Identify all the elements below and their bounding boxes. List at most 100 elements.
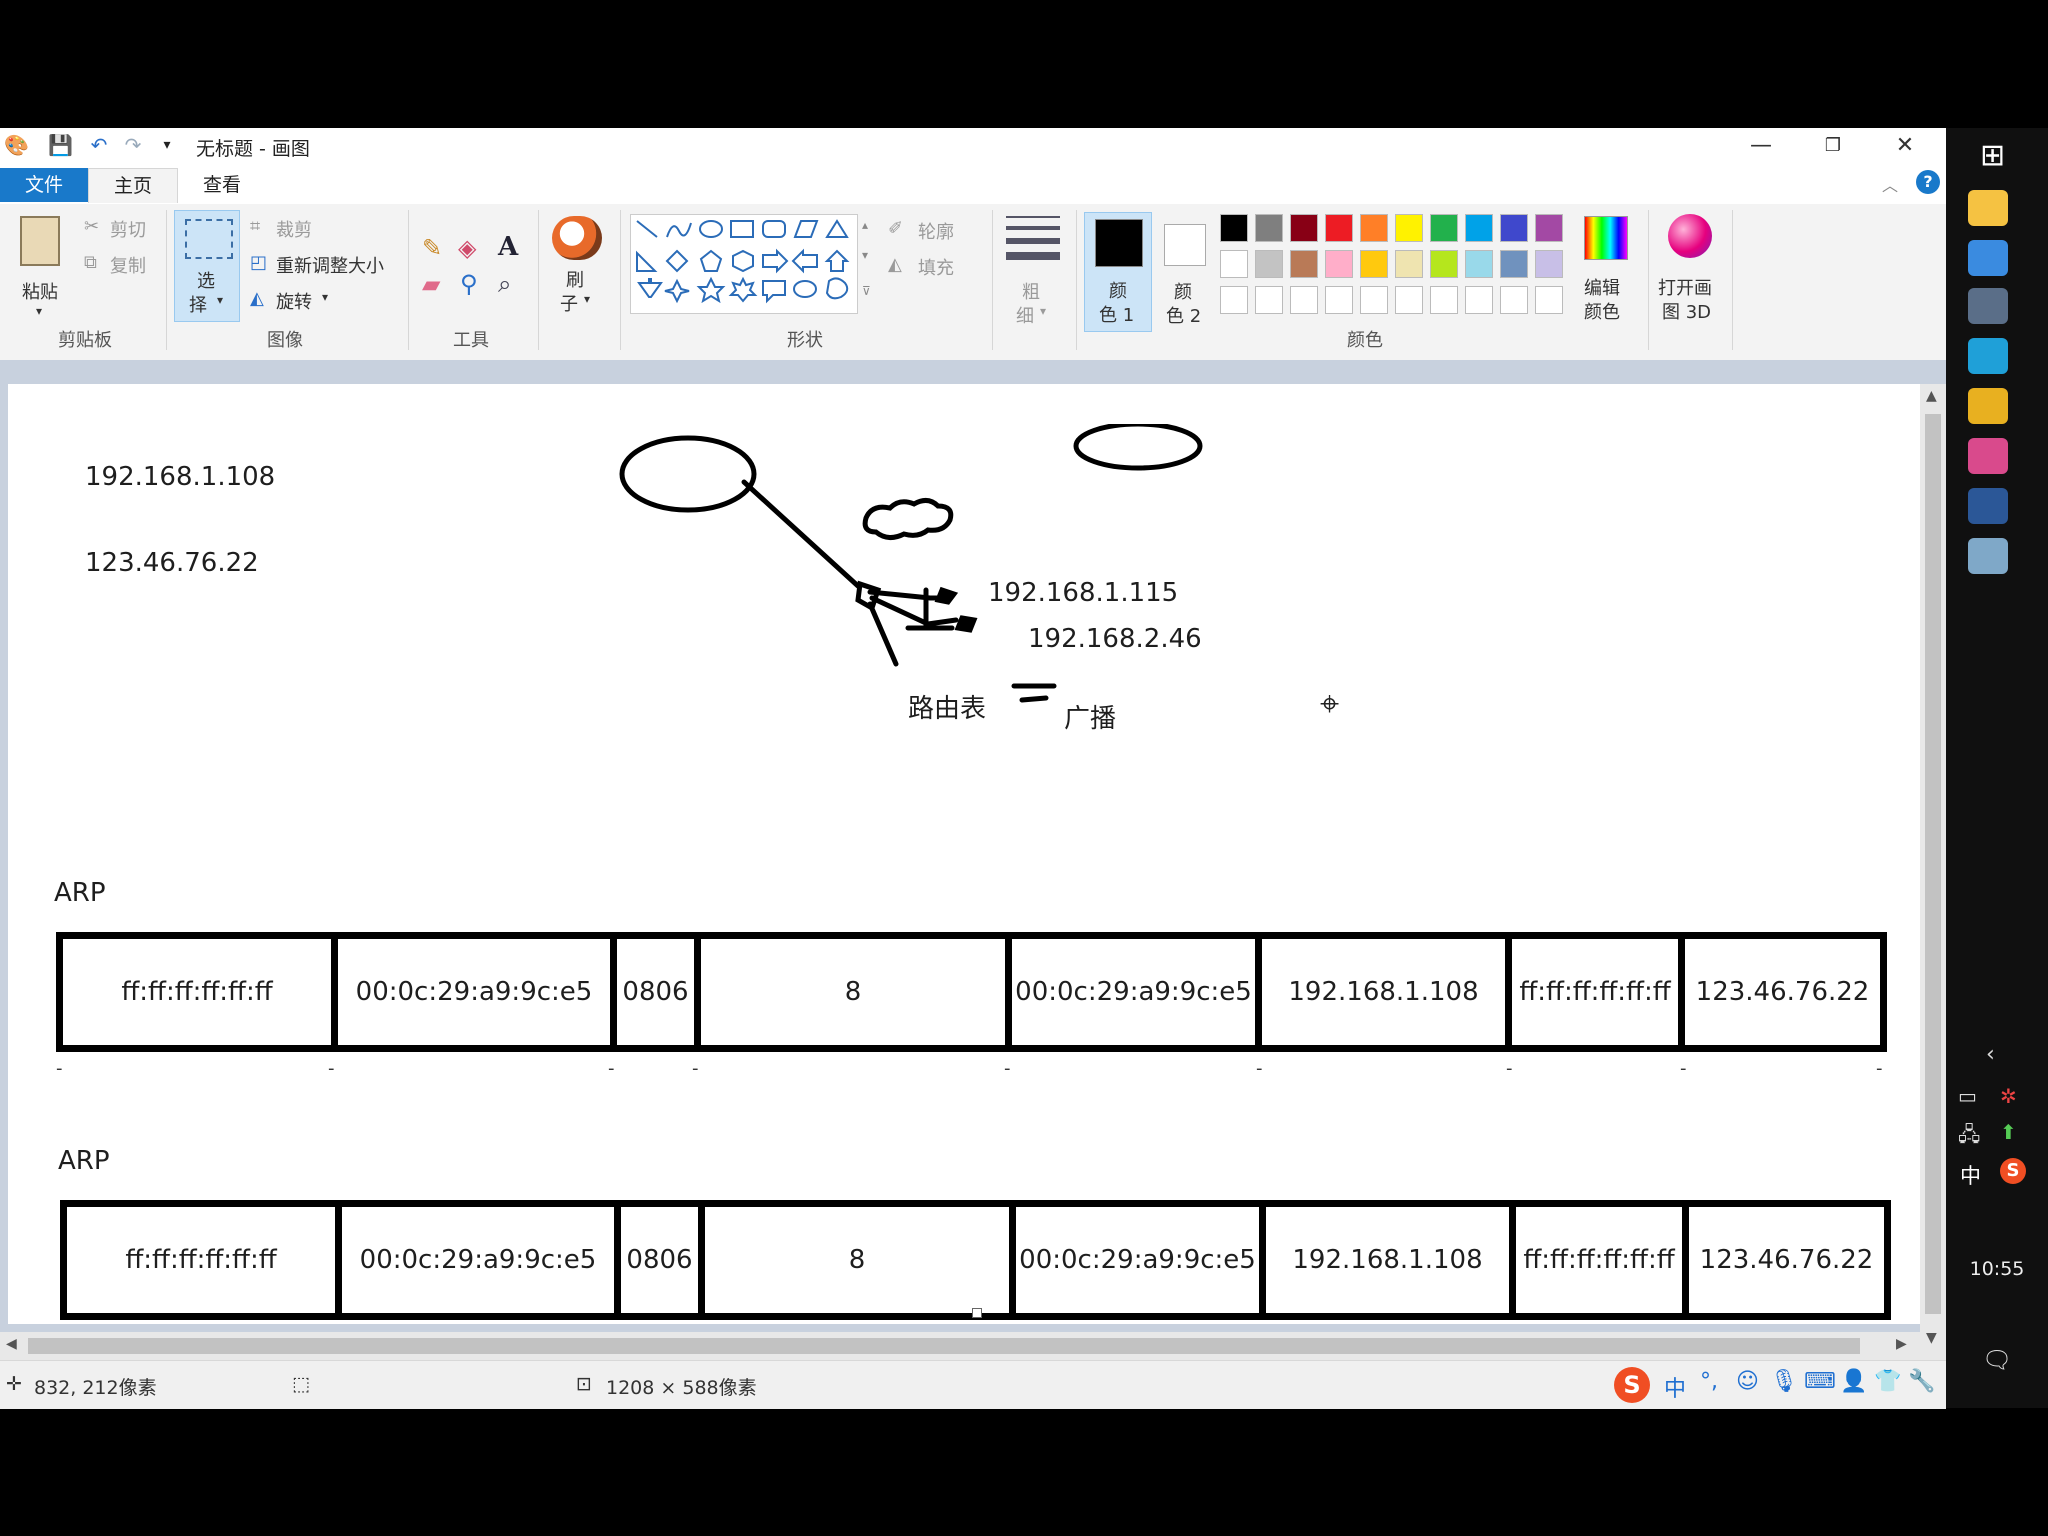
word-icon[interactable] <box>1968 488 2008 524</box>
shapes-gallery[interactable] <box>630 214 858 314</box>
custom-color-slot[interactable] <box>1360 286 1388 314</box>
crop-button[interactable]: 裁剪 <box>276 216 312 242</box>
select-button[interactable]: 选 择 ▾ <box>174 210 240 322</box>
color-swatch[interactable] <box>1535 250 1563 278</box>
show-hidden-icons-icon[interactable]: ‹ <box>1986 1042 1995 1067</box>
tray-icon[interactable]: ✲ <box>2000 1084 2017 1108</box>
ime-mode[interactable]: 中 <box>1664 1371 1686 1403</box>
fill-button[interactable]: 填充 <box>918 254 954 280</box>
voice-icon[interactable]: 🎙 <box>1770 1369 1798 1394</box>
color-swatch[interactable] <box>1360 214 1388 242</box>
color-swatch[interactable] <box>1395 214 1423 242</box>
paste-button[interactable]: 粘贴 <box>22 278 58 304</box>
shapes-scroll-down-icon[interactable]: ▾ <box>862 248 868 262</box>
color-swatch[interactable] <box>1325 250 1353 278</box>
resize-button[interactable]: 重新调整大小 <box>276 252 384 278</box>
restore-button[interactable]: ❐ <box>1798 128 1868 164</box>
clock[interactable]: 10:55 <box>1946 1258 2048 1280</box>
color-swatch[interactable] <box>1500 250 1528 278</box>
paint3d-icon[interactable] <box>1668 214 1712 258</box>
keyboard-icon[interactable]: ⌨ <box>1804 1369 1836 1394</box>
action-center-icon[interactable]: 🗨 <box>1982 1346 2012 1374</box>
text-tool-icon[interactable]: A <box>498 232 518 262</box>
tray-icon[interactable]: ▭ <box>1958 1084 1977 1108</box>
color-picker-icon[interactable]: ⚲ <box>460 270 478 298</box>
eraser-icon[interactable]: ▰ <box>422 270 440 298</box>
custom-color-slot[interactable] <box>1465 286 1493 314</box>
color-swatch[interactable] <box>1220 214 1248 242</box>
color-swatch[interactable] <box>1430 250 1458 278</box>
cut-button[interactable]: 剪切 <box>110 216 146 242</box>
tab-home[interactable]: 主页 <box>88 168 178 203</box>
scroll-up-icon[interactable]: ▲ <box>1926 388 1937 404</box>
color-swatch[interactable] <box>1360 250 1388 278</box>
customize-quick-access-icon[interactable]: ▾ <box>156 134 178 156</box>
custom-color-slot[interactable] <box>1220 286 1248 314</box>
shapes-icons[interactable] <box>631 215 857 313</box>
custom-color-slot[interactable] <box>1290 286 1318 314</box>
color-swatch[interactable] <box>1290 214 1318 242</box>
paint-taskbar-icon[interactable] <box>1968 288 2008 324</box>
shapes-more-icon[interactable]: ⊽ <box>862 284 871 298</box>
color-swatch[interactable] <box>1465 250 1493 278</box>
drawing-canvas[interactable]: 192.168.1.108 123.46.76.22 192.168.1.115 <box>8 384 1920 1324</box>
fill-bucket-icon[interactable]: ◈ <box>458 234 476 262</box>
app-icon[interactable] <box>1968 388 2008 424</box>
tab-view[interactable]: 查看 <box>178 168 266 202</box>
windows-start-icon[interactable]: ⊞ <box>1980 138 2005 173</box>
sogou-logo-icon[interactable]: S <box>1614 1367 1650 1403</box>
custom-color-slot[interactable] <box>1325 286 1353 314</box>
scroll-down-icon[interactable]: ▼ <box>1926 1330 1937 1346</box>
custom-color-slot[interactable] <box>1430 286 1458 314</box>
custom-color-slot[interactable] <box>1500 286 1528 314</box>
outline-button[interactable]: 轮廓 <box>918 218 954 244</box>
emoji-icon[interactable]: ☺ <box>1736 1369 1759 1394</box>
sogou-tray-icon[interactable]: S <box>2000 1158 2026 1184</box>
color-swatch[interactable] <box>1535 214 1563 242</box>
size-dropdown-icon[interactable]: ▾ <box>1040 304 1046 318</box>
ime-indicator[interactable]: 中 <box>1960 1160 1981 1190</box>
chrome-icon[interactable] <box>1968 438 2008 474</box>
user-icon[interactable]: 👤 <box>1840 1369 1867 1394</box>
custom-color-slot[interactable] <box>1255 286 1283 314</box>
collapse-ribbon-icon[interactable]: ︿ <box>1882 172 1898 196</box>
paste-dropdown-icon[interactable]: ▾ <box>36 304 42 318</box>
color-swatch[interactable] <box>1430 214 1458 242</box>
color-swatch[interactable] <box>1255 214 1283 242</box>
scroll-right-icon[interactable]: ▶ <box>1896 1336 1907 1352</box>
save-icon[interactable]: 💾 <box>48 134 73 156</box>
color2-swatch[interactable] <box>1164 224 1206 266</box>
color-swatch[interactable] <box>1395 250 1423 278</box>
tab-file[interactable]: 文件 <box>0 168 88 202</box>
custom-color-slot[interactable] <box>1395 286 1423 314</box>
color-swatch[interactable] <box>1290 250 1318 278</box>
custom-color-slot[interactable] <box>1535 286 1563 314</box>
close-button[interactable]: ✕ <box>1870 128 1940 164</box>
vertical-scroll-thumb[interactable] <box>1925 414 1941 1314</box>
color-swatch[interactable] <box>1500 214 1528 242</box>
rotate-button[interactable]: 旋转 <box>276 288 312 314</box>
magnifier-icon[interactable]: ⌕ <box>498 270 511 298</box>
tray-icon[interactable]: ⬆ <box>2000 1120 2017 1144</box>
horizontal-scrollbar[interactable]: ◀ ▶ <box>0 1332 1920 1360</box>
color-swatch[interactable] <box>1465 214 1493 242</box>
pencil-icon[interactable]: ✎ <box>422 234 442 262</box>
horizontal-scroll-thumb[interactable] <box>28 1338 1860 1354</box>
color-swatch[interactable] <box>1325 214 1353 242</box>
undo-icon[interactable]: ↶ <box>88 134 110 156</box>
network-icon[interactable]: 🖧 <box>1958 1120 1980 1154</box>
punctuation-icon[interactable]: °, <box>1700 1369 1718 1394</box>
color-palette[interactable] <box>1220 214 1576 322</box>
brushes-dropdown-icon[interactable]: ▾ <box>584 292 590 306</box>
color-swatch[interactable] <box>1220 250 1248 278</box>
settings-wrench-icon[interactable]: 🔧 <box>1908 1369 1935 1394</box>
brushes-button[interactable] <box>550 212 604 262</box>
file-explorer-icon[interactable] <box>1968 190 2008 226</box>
scroll-left-icon[interactable]: ◀ <box>6 1336 17 1352</box>
help-icon[interactable]: ? <box>1916 170 1940 194</box>
redo-icon[interactable]: ↷ <box>122 134 144 156</box>
vertical-scrollbar[interactable]: ▲ ▼ <box>1920 384 1946 1360</box>
color1-button[interactable]: 颜 色 1 <box>1084 212 1152 332</box>
app-icon[interactable] <box>1968 538 2008 574</box>
minimize-button[interactable]: — <box>1726 128 1796 164</box>
